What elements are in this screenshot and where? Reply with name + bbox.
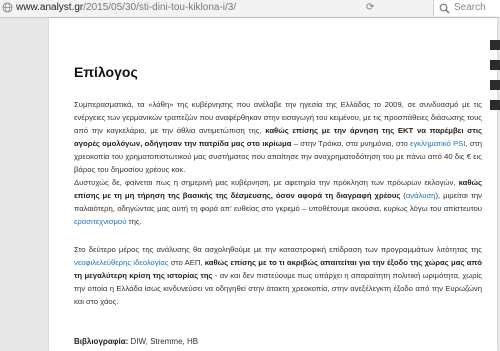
url-domain: www.analyst.gr bbox=[16, 2, 84, 13]
paragraph-1: Συμπερασματικά, τα «λάθη» της κυβέρνησης… bbox=[74, 98, 482, 176]
sidebar-thumbnail[interactable] bbox=[490, 100, 500, 110]
globe-icon bbox=[2, 2, 13, 13]
article-page: Επίλογος Συμπερασματικά, τα «λάθη» της κ… bbox=[49, 18, 497, 351]
address-bar[interactable]: www.analyst.gr/2015/05/30/sti-dini-tou-k… bbox=[0, 0, 500, 18]
p3-text-2: στο ΑΕΠ, bbox=[168, 258, 205, 267]
neoliberal-ideology-link[interactable]: νεοφιλελεύθερης ιδεολογίας bbox=[74, 258, 169, 267]
bibliography-label: Βιβλιογραφία: bbox=[74, 337, 129, 346]
sidebar-thumbnail[interactable] bbox=[490, 60, 500, 70]
psi-link[interactable]: εγκληματικό PSI bbox=[410, 139, 466, 148]
p1-text-2: – στην Τρόικα, στα μνημόνια, στο bbox=[291, 139, 411, 148]
sidebar-thumbnail[interactable] bbox=[490, 80, 500, 90]
search-box[interactable]: Search bbox=[433, 0, 500, 16]
url-text[interactable]: www.analyst.gr/2015/05/30/sti-dini-tou-k… bbox=[16, 2, 236, 13]
bibliography: Βιβλιογραφία: DIW, Stremme, HB bbox=[74, 337, 198, 346]
search-icon bbox=[439, 3, 450, 14]
p3-text-1: Στο δεύτερο μέρος της ανάλυσης θα ασχολη… bbox=[74, 245, 482, 254]
analysis-link[interactable]: ανάλυση bbox=[406, 191, 436, 200]
p2-text-4: της. bbox=[126, 217, 142, 226]
reload-icon[interactable]: ⟳ bbox=[366, 2, 374, 13]
section-heading: Επίλογος bbox=[74, 64, 138, 80]
bibliography-text: DIW, Stremme, HB bbox=[128, 337, 199, 346]
p2-text-1: Δυστυχώς δε, φαίνεται πως η σημερινή μας… bbox=[74, 178, 459, 187]
search-placeholder: Search bbox=[454, 2, 486, 13]
paragraph-2: Δυστυχώς δε, φαίνεται πως η σημερινή μας… bbox=[74, 176, 482, 228]
url-path: /2015/05/30/sti-dini-tou-kiklona-i/3/ bbox=[83, 2, 237, 13]
sidebar-thumbnail[interactable] bbox=[490, 40, 500, 50]
amateurism-link[interactable]: ερασιτεχνισμού bbox=[74, 217, 126, 226]
paragraph-3: Στο δεύτερο μέρος της ανάλυσης θα ασχολη… bbox=[74, 243, 482, 308]
